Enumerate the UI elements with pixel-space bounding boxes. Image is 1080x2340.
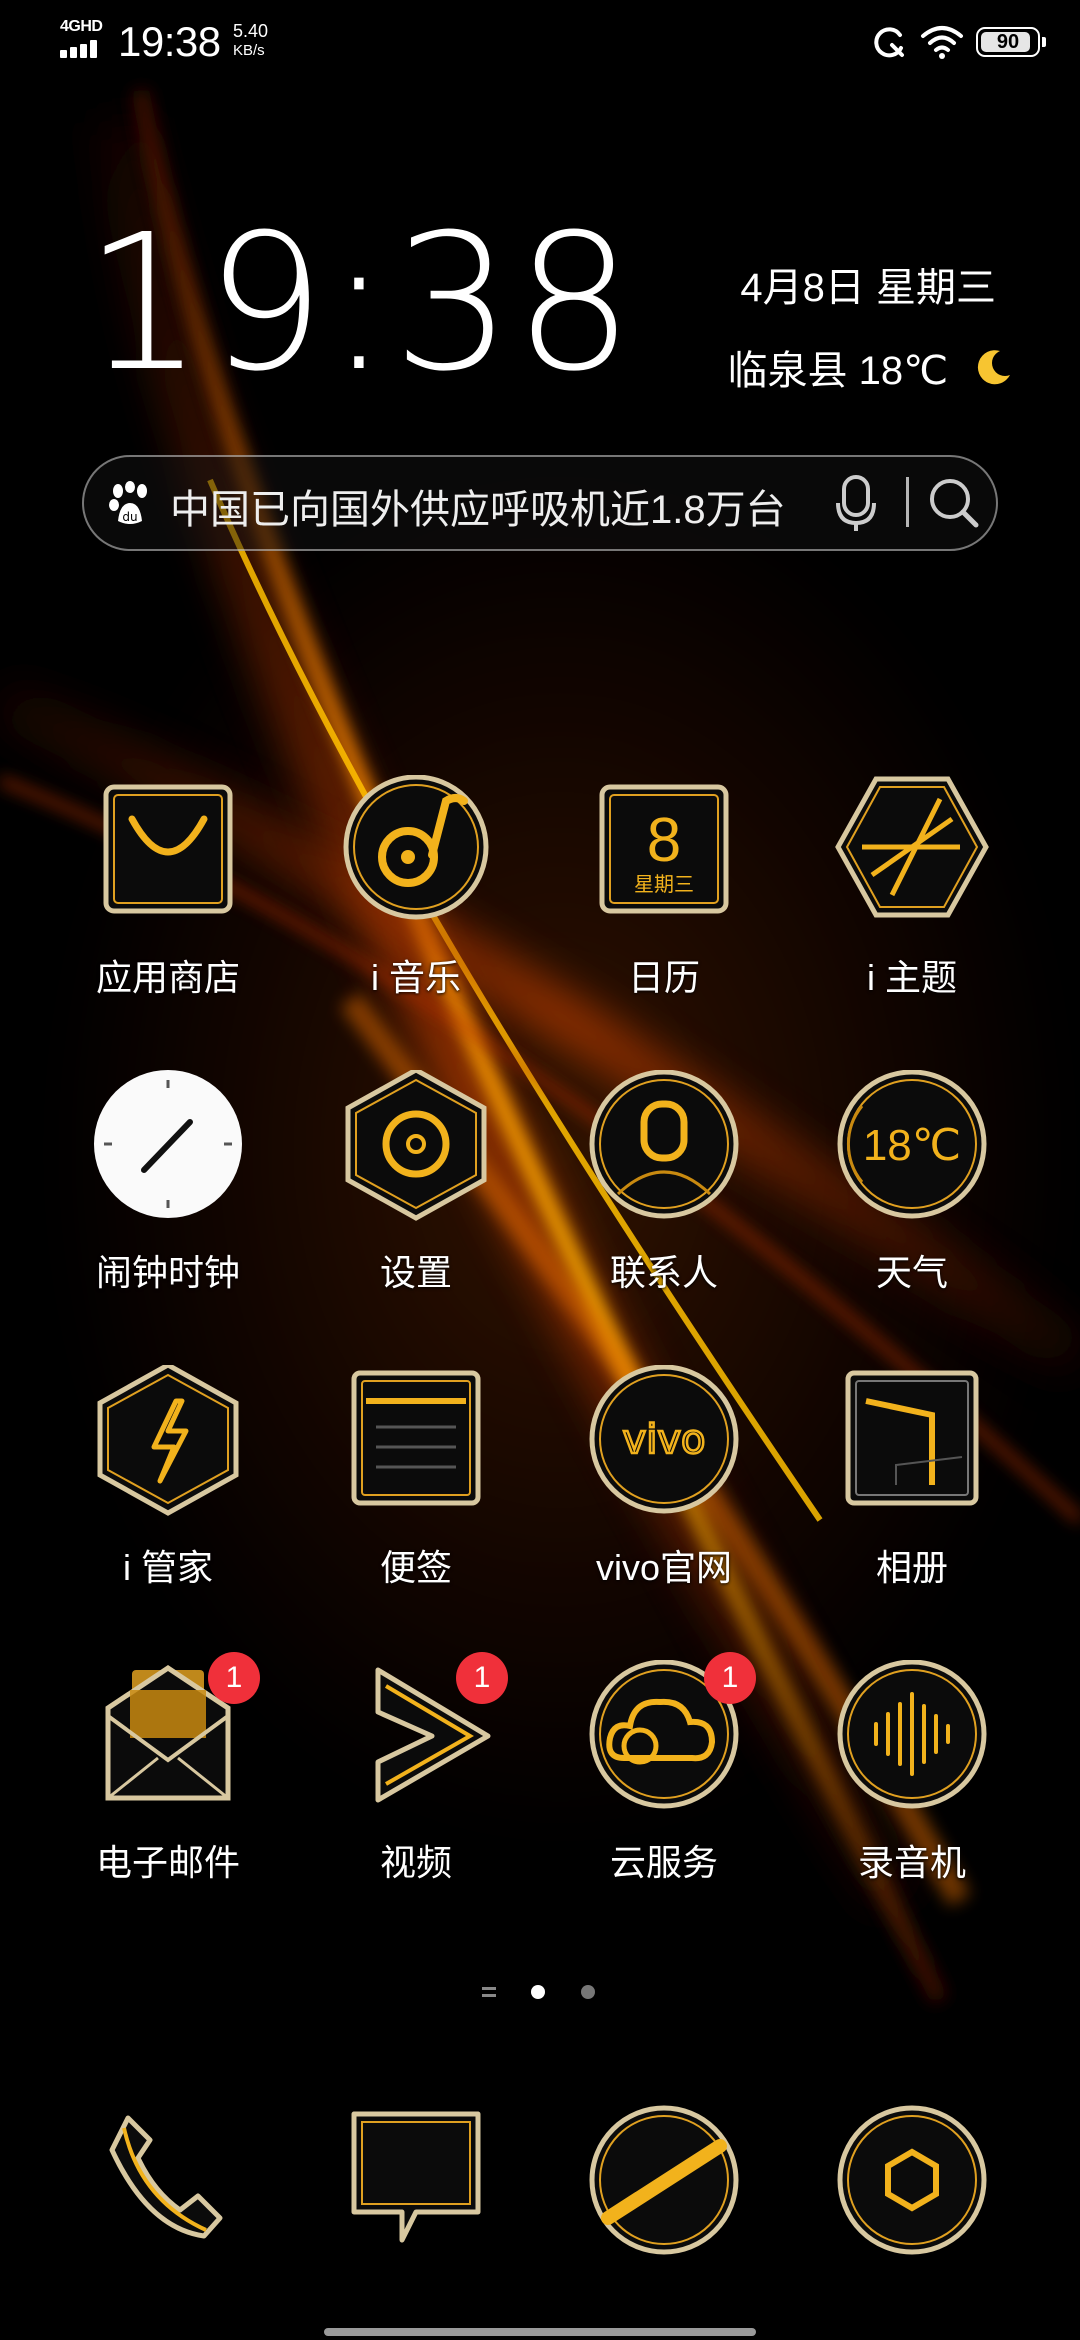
app-vivo-site[interactable]: vivo vivo官网 [564,1364,764,1591]
notification-badge: 1 [456,1652,508,1704]
theme-hexagon-icon [835,776,989,918]
app-label: 设置 [379,1252,452,1293]
app-calendar[interactable]: 8 星期三 日历 [564,775,764,1001]
app-label: vivo官网 [595,1547,733,1588]
browser-icon [589,2105,739,2255]
status-bar: 4GHD 19:38 5.40 KB/s 90 [0,0,1080,84]
net-speed-unit: KB/s [233,42,265,59]
dock-messages[interactable] [316,2100,516,2260]
baidu-paw-icon: du [109,481,147,524]
net-speed-value: 5.40 [233,21,269,41]
app-label: 录音机 [857,1842,966,1883]
app-i-music[interactable]: i 音乐 [316,774,516,1001]
app-email[interactable]: 1 电子邮件 [68,1652,268,1886]
status-time: 19:38 [118,18,221,65]
app-label: 天气 [875,1252,948,1293]
battery-icon: 90 [976,27,1046,57]
dock-browser[interactable] [564,2100,764,2260]
network-type: 4GHD [60,18,103,35]
app-recorder[interactable]: 录音机 [812,1659,1012,1886]
vivo-logo-text: vivo [623,1417,706,1463]
phone-icon [109,2115,223,2239]
location-temperature: 临泉县 18℃ [727,349,948,393]
contacts-icon [589,1069,739,1219]
app-i-manager[interactable]: i 管家 [68,1362,268,1591]
network-speed: 5.40 KB/s [233,21,268,61]
app-label: i 音乐 [370,957,461,998]
search-bar[interactable]: du 中国已向国外供应呼吸机近1.8万台 [82,455,998,551]
shopping-bag-icon [103,784,233,914]
page-indicator[interactable] [480,1978,600,2008]
weather-temp: 18℃ [863,1121,961,1170]
dock-phone[interactable] [68,2100,268,2260]
app-weather[interactable]: 18℃ 天气 [812,1069,1012,1296]
app-label: 云服务 [609,1842,718,1883]
home-indicator[interactable] [324,2328,756,2336]
calendar-day: 8 [647,806,681,875]
app-notes[interactable]: 便签 [316,1365,516,1591]
notification-badge: 1 [208,1652,260,1704]
dock-camera[interactable] [812,2100,1012,2260]
lightning-icon [97,1362,239,1516]
vivo-logo-icon: vivo [589,1364,739,1514]
recorder-icon [837,1659,987,1809]
app-cloud-service[interactable]: 1 云服务 [564,1652,764,1886]
app-label: 联系人 [609,1252,718,1293]
wifi-icon [921,26,963,59]
page-dot-current [531,1985,545,1999]
app-contacts[interactable]: 联系人 [564,1069,764,1296]
notes-icon [351,1370,481,1506]
dock [0,2100,1080,2260]
app-label: 便签 [379,1547,452,1588]
clock-widget-weather[interactable]: 临泉县 18℃ [727,338,1014,396]
moon-icon [977,350,1010,385]
app-app-store[interactable]: 应用商店 [68,775,268,1001]
signal-icon [60,40,106,58]
app-gallery[interactable]: 相册 [812,1365,1012,1591]
app-label: 应用商店 [95,957,240,998]
message-icon [351,2111,481,2243]
app-label: 视频 [379,1842,452,1883]
svg-text:du: du [122,510,137,524]
settings-icon [345,1067,487,1221]
clock-icon [94,1070,242,1218]
app-settings[interactable]: 设置 [316,1067,516,1296]
search-suggestion[interactable]: 中国已向国外供应呼吸机近1.8万台 [170,477,786,535]
app-label: 日历 [627,957,700,998]
app-label: i 管家 [122,1547,213,1588]
app-clock[interactable]: 闹钟时钟 [68,1070,268,1296]
app-label: 相册 [875,1547,948,1588]
gallery-icon [845,1370,979,1506]
app-i-theme[interactable]: i 主题 [812,775,1012,1001]
camera-icon [837,2105,987,2255]
app-video[interactable]: 1 视频 [316,1652,516,1886]
clock-widget-date[interactable]: 4月8日 星期三 [740,255,996,313]
app-label: i 主题 [866,957,957,998]
calendar-weekday: 星期三 [634,872,694,896]
weather-icon: 18℃ [837,1069,987,1219]
sync-icon [874,27,904,58]
calendar-icon: 8 星期三 [599,784,729,914]
search-divider [906,477,909,527]
battery-level: 90 [996,30,1020,53]
clock-widget-time[interactable]: 19:38 [84,210,636,398]
music-disc-icon [343,774,489,920]
microphone-icon[interactable] [834,473,878,533]
app-label: 闹钟时钟 [95,1252,240,1293]
page-dot [581,1985,595,1999]
search-icon[interactable] [924,473,984,533]
app-label: 电子邮件 [95,1842,240,1883]
notification-badge: 1 [704,1652,756,1704]
home-page-lines-icon [482,1987,496,1997]
